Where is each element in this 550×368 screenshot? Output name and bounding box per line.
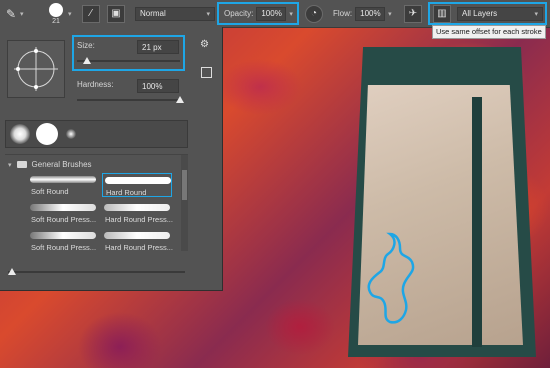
hardness-slider-track[interactable] — [77, 99, 180, 101]
soft-tip-icon[interactable] — [10, 124, 30, 144]
brush-group-header[interactable]: ▾ General Brushes — [8, 160, 92, 169]
group-name: General Brushes — [31, 160, 92, 169]
divider — [5, 154, 188, 155]
hardness-field[interactable]: 100% — [137, 79, 179, 93]
chevron-down-icon[interactable]: ▾ — [8, 161, 12, 169]
brush-list-scrollbar[interactable] — [181, 155, 188, 251]
hardness-slider-thumb[interactable] — [176, 96, 184, 103]
scrollbar-thumb[interactable] — [182, 170, 187, 200]
brush-stroke-preview — [30, 204, 96, 211]
brush-item-name: Soft Round Press... — [31, 215, 97, 224]
brush-tool-icon[interactable]: ✎ — [4, 0, 18, 27]
brush-stroke-preview — [30, 232, 96, 239]
brush-item[interactable]: Hard Round Press... — [102, 229, 173, 253]
sample-highlight — [428, 2, 547, 25]
brush-dot-icon — [49, 2, 63, 17]
brush-item-name: Soft Round Press... — [31, 243, 97, 252]
chevron-down-icon: ▾ — [206, 10, 210, 18]
small-soft-tip-icon[interactable] — [66, 129, 76, 139]
brush-item-name: Hard Round Press... — [105, 243, 173, 252]
brush-item[interactable]: Hard Round Press... — [102, 201, 173, 225]
brush-item-name: Hard Round Press... — [105, 215, 173, 224]
brush-settings-icon[interactable]: ⁄ — [82, 4, 100, 23]
brush-item-name: Hard Round — [106, 188, 147, 197]
brush-item[interactable]: Soft Round — [28, 173, 98, 197]
flow-value: 100% — [360, 9, 381, 18]
clone-source-icon[interactable]: ▣ — [107, 4, 125, 23]
brush-item-selected[interactable]: Hard Round — [102, 173, 172, 197]
tool-preset-caret[interactable]: ▾ — [20, 0, 24, 27]
brush-item-name: Soft Round — [31, 187, 69, 196]
brush-stroke-preview — [30, 176, 96, 183]
lantern-bar — [472, 97, 482, 347]
brush-item[interactable]: Soft Round Press... — [28, 201, 98, 225]
gear-icon[interactable]: ⚙ — [200, 39, 209, 50]
opacity-highlight — [217, 2, 299, 25]
flow-label: Flow: — [333, 9, 353, 18]
brush-item[interactable]: Soft Round Press... — [28, 229, 98, 253]
airbrush-icon[interactable]: ✈ — [404, 4, 422, 23]
folder-icon — [16, 161, 27, 168]
recent-brush-tips — [5, 120, 188, 148]
hard-tip-icon[interactable] — [36, 123, 58, 145]
chevron-down-icon[interactable]: ▾ — [388, 10, 392, 18]
brush-stroke-preview — [105, 177, 171, 184]
hardness-label: Hardness: — [77, 80, 114, 89]
brush-stroke-preview — [104, 204, 170, 211]
preview-size-slider-track[interactable] — [8, 271, 185, 273]
tooltip: Use same offset for each stroke — [432, 25, 546, 39]
brush-angle-preview[interactable] — [7, 40, 65, 98]
preview-size-slider-thumb[interactable] — [8, 268, 16, 275]
hardness-value: 100% — [142, 81, 163, 91]
brush-size-readout: 21 — [52, 17, 60, 25]
flow-control[interactable]: Flow: 100% ▾ — [333, 0, 392, 27]
brush-stroke-preview — [104, 232, 170, 239]
mode-select[interactable]: Normal ▾ — [135, 0, 215, 27]
flow-field[interactable]: 100% — [355, 6, 386, 21]
painted-stroke — [367, 232, 415, 324]
brush-preset-picker[interactable]: 21 — [44, 0, 68, 27]
size-highlight — [72, 35, 185, 71]
new-preset-icon[interactable] — [201, 67, 212, 78]
pressure-opacity-icon[interactable]: ◔ — [305, 4, 323, 23]
brush-preset-caret[interactable]: ▾ — [68, 0, 72, 27]
mode-value: Normal — [140, 9, 166, 18]
